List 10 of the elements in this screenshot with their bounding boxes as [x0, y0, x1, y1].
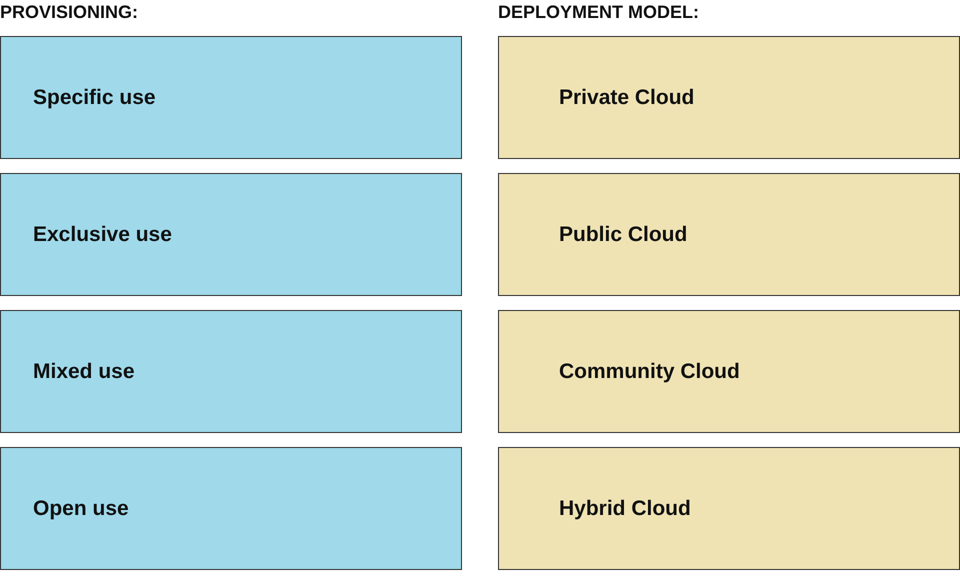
answer-tile[interactable]: Mixed use: [0, 310, 462, 433]
answer-tile[interactable]: Specific use: [0, 36, 462, 159]
answer-tile[interactable]: Community Cloud: [498, 310, 960, 433]
column-heading: DEPLOYMENT MODEL:: [498, 2, 700, 22]
answer-tile[interactable]: Hybrid Cloud: [498, 447, 960, 570]
answer-tile[interactable]: Public Cloud: [498, 173, 960, 296]
answer-tile[interactable]: Open use: [0, 447, 462, 570]
column-heading: PROVISIONING:: [0, 2, 140, 22]
answer-tile[interactable]: Exclusive use: [0, 173, 462, 296]
answer-tile[interactable]: Private Cloud: [498, 36, 960, 159]
